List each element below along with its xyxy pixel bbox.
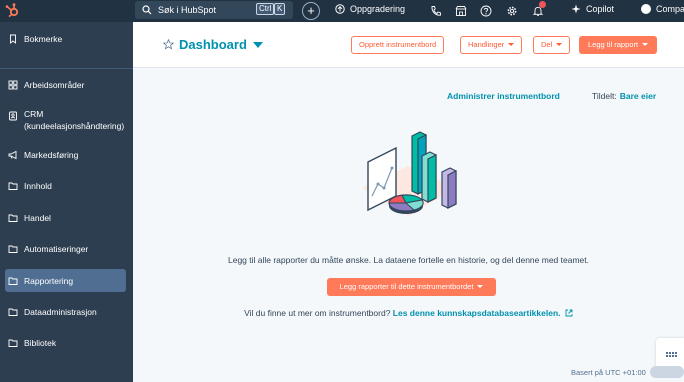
sidebar-item-label: Bokmerke xyxy=(24,34,63,44)
hubspot-logo-icon[interactable] xyxy=(4,2,20,18)
sidebar-item-label: Bibliotek xyxy=(24,338,57,348)
dashboard-header: Dashboard Opprett instrumentbord Handlin… xyxy=(133,22,684,68)
bookmark-icon xyxy=(10,34,16,44)
sidebar-item-reporting[interactable]: Rapportering xyxy=(5,269,126,292)
learn-more-prefix: Vil du finne ut mer om instrumentbord? xyxy=(244,308,391,318)
actions-label: Handlinger xyxy=(468,40,505,49)
megaphone-icon xyxy=(8,150,17,160)
chevron-down-icon xyxy=(642,43,649,46)
chevron-down-icon xyxy=(556,43,563,46)
sidebar-navigation: Bokmerke Arbeidsområder CRM (kundeelasjo… xyxy=(0,22,133,382)
account-name: Compa xyxy=(656,4,684,14)
add-report-label: Legg til rapport xyxy=(588,40,639,49)
timezone-label: Basert på UTC +01:00 xyxy=(571,368,646,377)
assigned-filter[interactable]: Tildelt: Bare eier xyxy=(592,91,656,101)
sidebar-item-label: Arbeidsområder xyxy=(24,80,85,90)
notification-badge xyxy=(539,1,546,8)
assigned-label: Tildelt: xyxy=(592,91,617,101)
timezone-toggle[interactable] xyxy=(650,366,684,378)
grid-icon xyxy=(8,80,18,90)
shortcut-k-key: K xyxy=(274,3,286,15)
settings-gear-icon[interactable] xyxy=(506,5,518,17)
folder-icon xyxy=(8,308,18,316)
upgrade-label: Oppgradering xyxy=(350,4,406,14)
sidebar-item-content[interactable]: Innhold xyxy=(5,179,126,193)
empty-state-message: Legg til alle rapporter du måtte ønske. … xyxy=(227,255,589,265)
sidebar-item-label: Rapportering xyxy=(24,275,74,286)
sidebar-item-label: CRM (kundeelasjonshåndtering) xyxy=(24,109,125,131)
sparkle-icon xyxy=(571,4,581,14)
star-favorite-icon[interactable] xyxy=(163,39,174,50)
create-new-button[interactable]: + xyxy=(302,2,320,20)
external-link-icon xyxy=(565,309,573,317)
folder-icon xyxy=(8,339,18,347)
add-reports-label: Legg rapporter til dette instrumentborde… xyxy=(339,282,474,291)
empty-dashboard-illustration xyxy=(362,131,457,216)
learn-more-text: Vil du finne ut mer om instrumentbord? L… xyxy=(133,308,684,318)
share-dropdown-button[interactable]: Del xyxy=(533,36,571,54)
contact-icon xyxy=(9,111,17,121)
create-dashboard-label: Opprett instrumentbord xyxy=(359,40,437,49)
top-navigation-bar: Søk i HubSpot Ctrl K + Oppgradering Copi… xyxy=(0,0,684,22)
manage-dashboards-link[interactable]: Administrer instrumentbord xyxy=(447,91,560,101)
copilot-label: Copilot xyxy=(586,4,615,14)
assigned-value: Bare eier xyxy=(619,91,657,101)
phone-icon[interactable] xyxy=(430,5,442,17)
help-icon[interactable] xyxy=(480,5,492,17)
share-label: Del xyxy=(541,40,553,49)
folder-icon xyxy=(8,245,18,253)
page-title: Dashboard xyxy=(179,37,247,52)
sidebar-item-crm[interactable]: CRM (kundeelasjonshåndtering) xyxy=(5,108,126,132)
sidebar-item-data-management[interactable]: Dataadministrasjon xyxy=(5,305,126,319)
chevron-down-icon xyxy=(477,285,484,288)
folder-icon xyxy=(8,182,18,190)
sidebar-item-marketing[interactable]: Markedsføring xyxy=(5,148,126,162)
create-dashboard-button[interactable]: Opprett instrumentbord xyxy=(351,36,445,54)
sidebar-item-library[interactable]: Bibliotek xyxy=(5,336,126,350)
dashboard-selector[interactable]: Dashboard xyxy=(163,37,263,52)
sidebar-item-automations[interactable]: Automatiseringer xyxy=(5,242,126,256)
upgrade-button[interactable]: Oppgradering xyxy=(335,4,405,14)
sidebar-item-label: Handel xyxy=(24,213,51,223)
shortcut-ctrl-key: Ctrl xyxy=(256,3,275,15)
chevron-down-icon xyxy=(252,41,263,48)
sidebar-item-bookmarks[interactable]: Bokmerke xyxy=(5,32,126,46)
folder-icon xyxy=(8,277,18,285)
sidebar-item-label: Markedsføring xyxy=(24,150,79,160)
copilot-button[interactable]: Copilot xyxy=(571,4,614,14)
sidebar-item-workspaces[interactable]: Arbeidsområder xyxy=(5,78,126,92)
sidebar-divider xyxy=(0,68,133,69)
knowledge-base-link[interactable]: Les denne kunnskapsdatabaseartikkelen. xyxy=(393,308,561,318)
chevron-down-icon xyxy=(508,43,515,46)
actions-dropdown-button[interactable]: Handlinger xyxy=(460,36,523,54)
sidebar-item-label: Automatiseringer xyxy=(24,244,89,254)
add-report-button[interactable]: Legg til rapport xyxy=(579,36,658,54)
sidebar-item-commerce[interactable]: Handel xyxy=(5,211,126,225)
folder-icon xyxy=(8,214,18,222)
upgrade-icon xyxy=(335,4,345,14)
marketplace-icon[interactable] xyxy=(455,5,467,17)
account-menu[interactable]: Compa xyxy=(641,4,684,14)
avatar xyxy=(641,4,651,14)
add-reports-to-dashboard-button[interactable]: Legg rapporter til dette instrumentborde… xyxy=(327,278,496,296)
sidebar-item-label: Innhold xyxy=(24,181,52,191)
search-placeholder: Søk i HubSpot xyxy=(158,5,217,15)
sidebar-item-label: Dataadministrasjon xyxy=(24,307,97,317)
search-icon xyxy=(142,5,152,15)
